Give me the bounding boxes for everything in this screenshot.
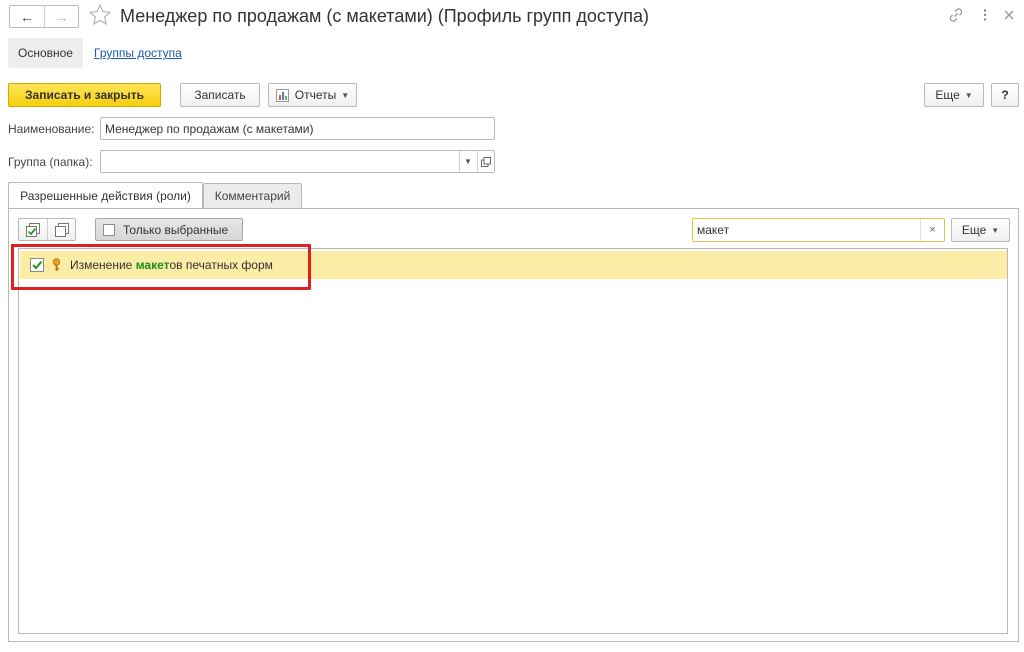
uncheck-all-icon — [54, 222, 69, 237]
checkbox-icon — [103, 223, 115, 236]
tab-roles-label: Разрешенные действия (роли) — [20, 188, 191, 203]
chevron-down-icon: ▼ — [964, 90, 973, 100]
forward-button[interactable]: → — [43, 6, 78, 27]
nav-buttons: ← → — [9, 5, 79, 28]
name-label: Наименование: — [8, 122, 95, 136]
close-icon: × — [929, 224, 936, 236]
chevron-down-icon: ▼ — [991, 225, 1000, 235]
save-and-close-label: Записать и закрыть — [25, 88, 144, 102]
more-label: Еще — [935, 88, 960, 102]
search-clear-button[interactable]: × — [920, 219, 944, 241]
group-input[interactable]: ▼ — [100, 150, 495, 173]
name-input[interactable]: Менеджер по продажам (с макетами) — [100, 117, 495, 140]
highlight-frame — [11, 244, 311, 290]
more-menu-button[interactable] — [976, 6, 994, 24]
link-button[interactable] — [947, 6, 965, 24]
arrow-left-icon: ← — [19, 8, 34, 25]
mark-buttons — [18, 218, 76, 241]
search-box: × — [692, 218, 945, 242]
group-dropdown-button[interactable]: ▼ — [459, 151, 476, 172]
star-icon — [88, 3, 112, 26]
only-selected-toggle[interactable]: Только выбранные — [95, 218, 243, 241]
roles-list[interactable]: Изменение макетов печатных форм — [18, 248, 1008, 634]
save-and-close-button[interactable]: Записать и закрыть — [8, 83, 161, 107]
open-icon — [481, 156, 491, 167]
uncheck-all-button[interactable] — [47, 219, 75, 240]
back-button[interactable]: ← — [10, 6, 44, 27]
close-icon — [1004, 10, 1014, 20]
reports-button[interactable]: Отчеты ▼ — [268, 83, 357, 107]
arrow-right-icon: → — [54, 8, 69, 25]
favorite-button[interactable] — [88, 3, 112, 27]
group-open-button[interactable] — [477, 151, 494, 172]
save-button[interactable]: Записать — [180, 83, 260, 107]
list-more-label: Еще — [961, 223, 987, 237]
name-value: Менеджер по продажам (с макетами) — [105, 121, 314, 136]
tab-comment-label: Комментарий — [214, 189, 291, 203]
search-input[interactable] — [693, 219, 921, 241]
only-selected-label: Только выбранные — [123, 222, 229, 237]
group-label: Группа (папка): — [8, 155, 93, 169]
save-label: Записать — [194, 88, 246, 102]
chevron-down-icon: ▼ — [341, 90, 350, 100]
help-label: ? — [1001, 88, 1009, 102]
list-more-button[interactable]: Еще ▼ — [951, 218, 1010, 242]
more-vertical-icon — [983, 9, 987, 21]
help-button[interactable]: ? — [991, 83, 1019, 107]
link-icon — [949, 8, 963, 22]
report-icon — [275, 88, 289, 102]
section-main-label: Основное — [18, 46, 73, 60]
tab-comment[interactable]: Комментарий — [203, 183, 302, 208]
check-all-button[interactable] — [19, 219, 47, 240]
more-button[interactable]: Еще ▼ — [924, 83, 984, 107]
close-button[interactable] — [1000, 6, 1018, 24]
window-title: Менеджер по продажам (с макетами) (Профи… — [120, 6, 650, 26]
section-access-groups-link[interactable]: Группы доступа — [94, 46, 182, 60]
tab-roles[interactable]: Разрешенные действия (роли) — [8, 182, 203, 208]
chevron-down-icon: ▼ — [464, 157, 472, 166]
check-all-icon — [26, 222, 40, 237]
section-main[interactable]: Основное — [8, 38, 83, 68]
reports-label: Отчеты — [294, 88, 337, 102]
